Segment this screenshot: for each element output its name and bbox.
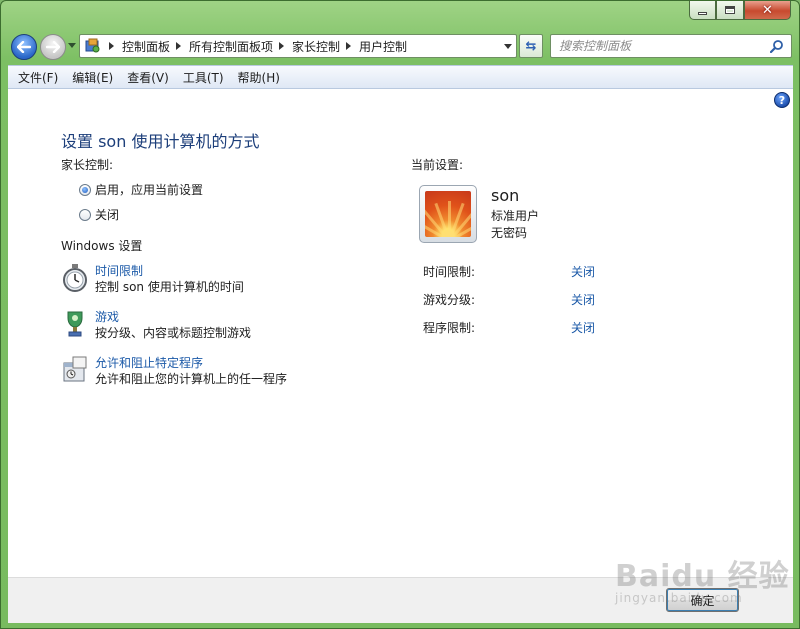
page-title: 设置 son 使用计算机的方式 — [61, 132, 260, 151]
help-button[interactable]: ? — [774, 92, 790, 108]
menu-file[interactable]: 文件(F) — [12, 69, 66, 86]
menu-view[interactable]: 查看(V) — [121, 69, 177, 86]
setting-programs: 允许和阻止特定程序 允许和阻止您的计算机上的任一程序 — [61, 355, 287, 387]
menu-bar: 文件(F) 编辑(E) 查看(V) 工具(T) 帮助(H) — [8, 65, 793, 89]
close-button[interactable]: ✕ — [744, 1, 791, 20]
control-panel-window: ✕ 控制面板 所有控制面板项 家长控制 用户控制 ⇆ 搜索控制面板 文件(F) … — [0, 0, 800, 629]
menu-help[interactable]: 帮助(H) — [232, 69, 288, 86]
radio-off-label[interactable]: 关闭 — [95, 206, 119, 223]
breadcrumb-all-items[interactable]: 所有控制面板项 — [189, 35, 273, 57]
breadcrumb-control-panel[interactable]: 控制面板 — [122, 35, 170, 57]
menu-tools[interactable]: 工具(T) — [177, 69, 232, 86]
user-password-status: 无密码 — [491, 226, 528, 240]
status-game-ratings-label: 游戏分级: — [423, 293, 476, 307]
address-bar[interactable]: 控制面板 所有控制面板项 家长控制 用户控制 — [79, 34, 517, 58]
main-content: ? 设置 son 使用计算机的方式 家长控制: 启用，应用当前设置 关闭 Win… — [8, 89, 793, 577]
games-link[interactable]: 游戏 — [95, 309, 251, 325]
close-icon: ✕ — [762, 2, 773, 18]
breadcrumb-separator[interactable] — [346, 42, 352, 50]
maximize-button[interactable] — [716, 1, 744, 20]
breadcrumb-user-controls[interactable]: 用户控制 — [359, 35, 407, 57]
stopwatch-icon — [63, 264, 87, 292]
breadcrumb-separator[interactable] — [176, 42, 182, 50]
status-time-limits-value[interactable]: 关闭 — [571, 263, 595, 280]
back-button[interactable] — [11, 34, 37, 60]
user-name: son — [491, 186, 520, 205]
control-panel-icon — [83, 37, 103, 55]
forward-arrow-icon — [46, 41, 60, 53]
recent-pages-dropdown[interactable] — [68, 43, 76, 48]
setting-time-limits: 时间限制 控制 son 使用计算机的时间 — [61, 263, 244, 295]
maximize-icon — [725, 6, 735, 14]
program-window-icon — [63, 356, 87, 382]
time-limits-link[interactable]: 时间限制 — [95, 263, 244, 279]
radio-enable[interactable] — [79, 183, 91, 196]
radio-enable-row[interactable]: 启用，应用当前设置 — [79, 181, 203, 198]
parental-control-label: 家长控制: — [61, 158, 114, 172]
baidu-watermark: Baidu 经验 jingyan.baidu.com — [615, 551, 790, 605]
back-arrow-icon — [17, 41, 31, 53]
minimize-button[interactable] — [689, 1, 716, 20]
current-settings-label: 当前设置: — [411, 158, 464, 172]
breadcrumb-parental-controls[interactable]: 家长控制 — [292, 35, 340, 57]
search-box[interactable] — [550, 34, 792, 58]
breadcrumb-separator[interactable] — [109, 42, 114, 50]
game-trophy-icon — [67, 311, 83, 337]
time-limits-desc: 控制 son 使用计算机的时间 — [95, 280, 244, 294]
programs-link[interactable]: 允许和阻止特定程序 — [95, 355, 287, 371]
search-icon[interactable] — [770, 39, 784, 53]
user-account-type: 标准用户 — [491, 209, 540, 223]
user-avatar — [419, 185, 477, 243]
address-history-dropdown[interactable] — [504, 44, 512, 49]
refresh-button[interactable]: ⇆ — [519, 34, 543, 58]
radio-enable-label[interactable]: 启用，应用当前设置 — [95, 181, 203, 198]
menu-edit[interactable]: 编辑(E) — [66, 69, 121, 86]
minimize-icon — [698, 11, 707, 15]
programs-desc: 允许和阻止您的计算机上的任一程序 — [95, 372, 288, 386]
radio-off-row[interactable]: 关闭 — [79, 206, 119, 223]
help-icon: ? — [778, 93, 786, 107]
radio-off[interactable] — [79, 208, 91, 221]
watermark-main: Baidu 经验 — [615, 559, 790, 594]
status-program-limits-value[interactable]: 关闭 — [571, 319, 595, 336]
windows-settings-label: Windows 设置 — [61, 239, 143, 253]
refresh-icon: ⇆ — [525, 38, 537, 54]
status-time-limits-label: 时间限制: — [423, 265, 476, 279]
search-input[interactable] — [559, 39, 769, 53]
status-game-ratings-value[interactable]: 关闭 — [571, 291, 595, 308]
forward-button[interactable] — [40, 34, 66, 60]
status-program-limits-label: 程序限制: — [423, 321, 476, 335]
setting-games: 游戏 按分级、内容或标题控制游戏 — [61, 309, 251, 341]
breadcrumb-separator[interactable] — [279, 42, 285, 50]
games-desc: 按分级、内容或标题控制游戏 — [95, 326, 252, 340]
caption-buttons: ✕ — [689, 1, 791, 20]
